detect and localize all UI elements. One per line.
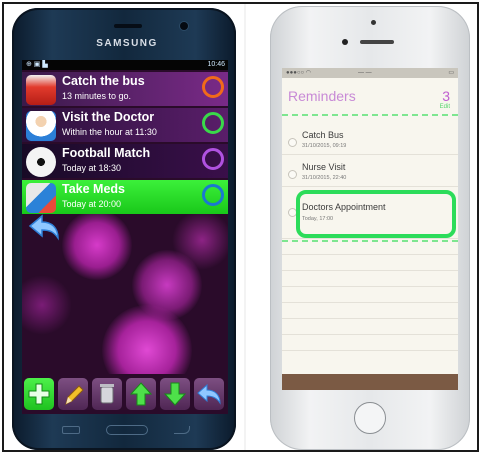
reminder-row-highlighted[interactable]: Take Meds Today at 20:00 [22,180,228,214]
status-clock: — — [358,70,372,76]
doctor-icon [26,111,56,141]
reminder-subtitle: Today at 20:00 [62,199,122,209]
back-icon [197,383,221,405]
battery-icon: ▭ [448,70,454,76]
row-divider [282,238,458,239]
bokeh-light [62,210,132,280]
reminder-subtitle: 13 minutes to go. [62,91,132,101]
divider [244,4,246,450]
notification-icons: ⊕ ▣ ▙ [26,61,48,68]
reminder-title: Take Meds [62,182,125,196]
iphone: ●●●○○ ◠ — — ▭ Reminders 3 Edit Catch Bus… [270,6,470,450]
item-subtitle: 31/10/2015, 09:19 [302,143,347,149]
back-nav-button[interactable] [174,426,190,434]
item-title: Catch Bus [302,130,344,140]
edit-button[interactable]: Edit [440,104,450,110]
alarm-clock-icon[interactable] [202,184,224,206]
pencil-icon [65,385,84,405]
brand-label: SAMSUNG [96,38,158,49]
row-divider [282,154,458,155]
row-divider [282,350,458,351]
checkbox-circle[interactable] [288,170,297,179]
add-button[interactable] [24,378,54,410]
football-icon [26,147,56,177]
insert-marker [282,240,458,242]
list-separator [282,114,458,116]
back-button[interactable] [194,378,224,410]
row-divider [282,334,458,335]
ios-screen: ●●●○○ ◠ — — ▭ Reminders 3 Edit Catch Bus… [282,68,458,390]
alarm-clock-icon[interactable] [202,148,224,170]
alarm-clock-icon[interactable] [202,76,224,98]
reminder-title: Visit the Doctor [62,110,155,124]
status-bar: ⊕ ▣ ▙ 10:46 [22,60,228,70]
row-divider [282,286,458,287]
row-divider [282,318,458,319]
bokeh-light [172,210,228,270]
row-divider [282,270,458,271]
reminder-subtitle: Within the hour at 11:30 [62,127,157,137]
delete-button[interactable] [92,378,122,410]
reminder-title: Catch the bus [62,74,145,88]
reminder-row[interactable]: Catch the bus 13 minutes to go. [22,72,228,106]
samsung-phone: SAMSUNG ⊕ ▣ ▙ 10:46 Catch the bus 13 min… [12,8,236,450]
recents-button[interactable] [62,426,80,434]
page-title: Reminders [288,88,356,104]
arrow-down-icon [163,382,187,406]
home-button[interactable] [106,425,148,435]
trash-icon [100,384,114,404]
item-subtitle: 31/10/2015, 22:40 [302,175,347,181]
move-down-button[interactable] [160,378,190,410]
earpiece-speaker [360,40,394,44]
home-button[interactable] [354,402,386,434]
reminder-count: 3 [442,88,450,104]
carrier-icon: ●●●○○ ◠ [286,70,312,76]
pills-icon [26,183,56,213]
move-up-button[interactable] [126,378,156,410]
proximity-sensor [371,20,376,25]
android-screen: ⊕ ▣ ▙ 10:46 Catch the bus 13 minutes to … [22,60,228,414]
add-icon [28,383,50,405]
front-camera [342,39,348,45]
alarm-clock-icon[interactable] [202,112,224,134]
bottom-bar [282,374,458,390]
bottom-toolbar [22,374,228,414]
bus-icon [26,75,56,105]
row-divider [282,254,458,255]
phone-speaker [114,24,142,28]
highlight-box [296,190,456,238]
item-title: Nurse Visit [302,162,346,172]
row-divider [282,302,458,303]
back-arrow-icon[interactable] [26,212,62,242]
row-divider [282,186,458,187]
arrow-up-icon [129,382,153,406]
status-bar: ●●●○○ ◠ — — ▭ [282,68,458,78]
status-time: 10:46 [207,61,225,68]
bokeh-light [22,275,72,335]
reminder-subtitle: Today at 18:30 [62,163,122,173]
reminder-row[interactable]: Football Match Today at 18:30 [22,144,228,178]
checkbox-circle[interactable] [288,138,297,147]
android-nav-bar [62,422,192,440]
edit-button[interactable] [58,378,88,410]
front-camera [180,22,188,30]
reminder-row[interactable]: Visit the Doctor Within the hour at 11:3… [22,108,228,142]
reminder-title: Football Match [62,146,151,160]
